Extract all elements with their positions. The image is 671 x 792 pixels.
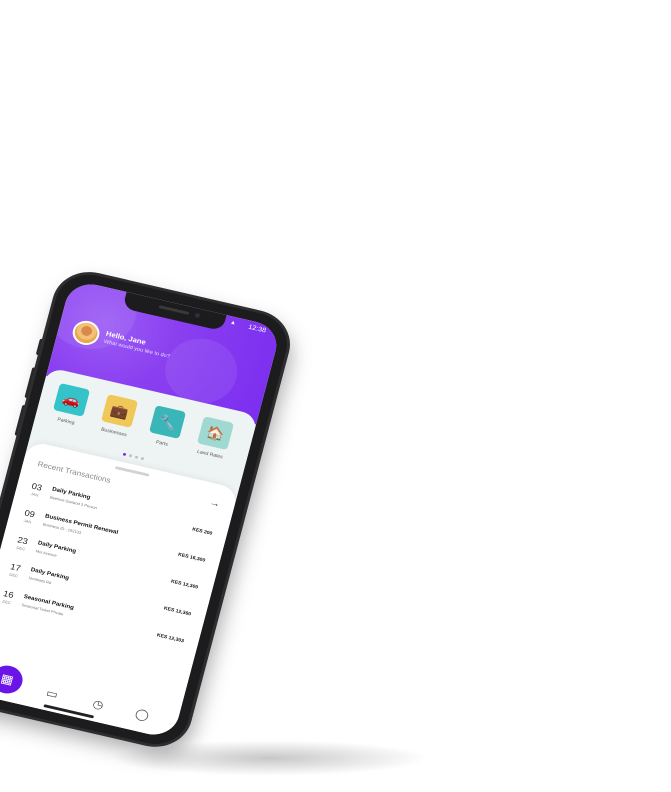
- service-businesses[interactable]: 💼 Businesses: [93, 393, 143, 440]
- speaker: [158, 305, 190, 315]
- transaction-amount: KES 12,303: [156, 632, 185, 645]
- wifi-icon: ▲: [229, 319, 237, 327]
- folder-icon[interactable]: ▭: [39, 681, 66, 706]
- service-land-rates[interactable]: 🏠 Land Rates: [189, 415, 239, 462]
- carousel-dot[interactable]: [140, 456, 145, 461]
- carousel-dot[interactable]: [128, 454, 133, 458]
- carousel-dot[interactable]: [134, 455, 139, 459]
- clock-icon[interactable]: ◷: [85, 692, 112, 717]
- carousel-dot[interactable]: [122, 452, 127, 457]
- transaction-amount: KES 200: [191, 526, 213, 537]
- service-parts[interactable]: 🔧 Parts: [141, 404, 191, 451]
- house-icon: 🏠: [196, 416, 235, 451]
- service-label: Parts: [155, 439, 169, 448]
- recent-transactions-title: Recent Transactions: [36, 459, 112, 485]
- transactions-sheet: Recent Transactions → 03 JAN Daily Parki…: [0, 440, 239, 740]
- status-time: 12:38: [247, 324, 267, 335]
- scene: ▲ 12:38 Hello, Jane What would you like …: [0, 0, 671, 792]
- car-icon: 🚗: [52, 383, 91, 417]
- user-icon[interactable]: ◯: [129, 702, 156, 727]
- transaction-month: JAN: [30, 491, 40, 498]
- transaction-month: DEC: [8, 571, 19, 579]
- transaction-amount: KES 12,360: [163, 605, 192, 618]
- phone-mockup: ▲ 12:38 Hello, Jane What would you like …: [0, 268, 295, 751]
- phone-body: ▲ 12:38 Hello, Jane What would you like …: [0, 268, 295, 751]
- service-label: Parking: [56, 416, 76, 427]
- front-camera: [194, 312, 201, 319]
- transaction-amount: KES 12,300: [170, 578, 199, 591]
- arrow-right-icon[interactable]: →: [209, 498, 222, 510]
- transaction-month: DEC: [16, 545, 26, 552]
- carousel-dots: [122, 452, 145, 461]
- service-label: Businesses: [100, 426, 128, 439]
- sheet-handle[interactable]: [114, 466, 150, 477]
- service-label: Land Rates: [196, 448, 224, 461]
- grid-icon[interactable]: ▦: [0, 662, 26, 697]
- bottom-tab-bar: ▦ ▭ ◷ ◯: [0, 655, 183, 740]
- transaction-month: JAN: [23, 518, 32, 525]
- transaction-amount: KES 16,300: [177, 551, 206, 564]
- phone-screen: ▲ 12:38 Hello, Jane What would you like …: [0, 279, 282, 740]
- wrench-icon: 🔧: [148, 405, 187, 439]
- transaction-month: DEC: [1, 598, 12, 606]
- service-parking[interactable]: 🚗 Parking: [45, 382, 95, 429]
- briefcase-icon: 💼: [100, 394, 139, 428]
